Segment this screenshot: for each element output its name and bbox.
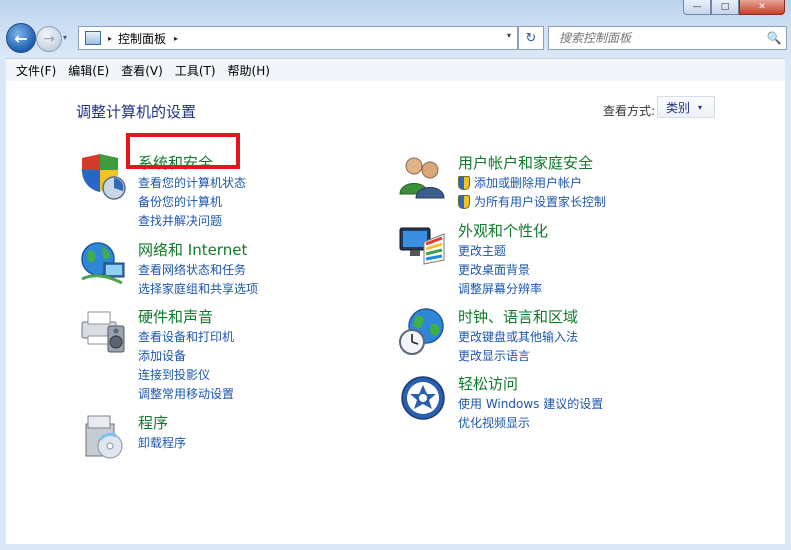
uac-shield-icon — [458, 175, 470, 190]
link-connect-projector[interactable]: 连接到投影仪 — [138, 365, 234, 384]
link-homegroup-sharing[interactable]: 选择家庭组和共享选项 — [138, 279, 258, 298]
link-troubleshoot[interactable]: 查找并解决问题 — [138, 211, 246, 230]
breadcrumb-arrow-icon[interactable]: ▸ — [108, 34, 112, 43]
link-change-background[interactable]: 更改桌面背景 — [458, 260, 542, 279]
link-change-theme[interactable]: 更改主题 — [458, 241, 542, 260]
view-by-label: 查看方式: — [603, 104, 656, 118]
link-view-network-status[interactable]: 查看网络状态和任务 — [138, 260, 258, 279]
forward-arrow-icon: → — [43, 31, 55, 47]
category-title-hardware-sound[interactable]: 硬件和声音 — [138, 306, 213, 327]
users-icon — [399, 157, 445, 199]
security-shield-icon — [82, 154, 126, 200]
programs-disc-box-icon — [85, 415, 123, 459]
clock-globe-icon — [399, 308, 444, 355]
minimize-button[interactable]: — — [683, 0, 711, 15]
refresh-button[interactable]: ↻ — [518, 26, 544, 50]
link-mobility-settings[interactable]: 调整常用移动设置 — [138, 384, 234, 403]
control-panel-icon — [85, 31, 101, 45]
address-bar[interactable]: ▸ 控制面板 ▸ ▾ — [78, 26, 518, 50]
menu-file[interactable]: 文件(F) — [10, 62, 62, 79]
category-title-user-accounts[interactable]: 用户帐户和家庭安全 — [458, 152, 593, 173]
link-devices-printers[interactable]: 查看设备和打印机 — [138, 327, 234, 346]
category-title-network-internet[interactable]: 网络和 Internet — [138, 239, 247, 260]
back-arrow-icon: ← — [14, 28, 28, 48]
monitor-palette-icon — [399, 227, 445, 265]
link-uninstall-program[interactable]: 卸载程序 — [138, 433, 186, 452]
category-title-appearance[interactable]: 外观和个性化 — [458, 220, 548, 241]
navigation-bar: ← → ▾ ▸ 控制面板 ▸ ▾ ↻ 🔍 — [6, 23, 787, 53]
menu-tools[interactable]: 工具(T) — [169, 62, 222, 79]
page-title: 调整计算机的设置 — [76, 103, 197, 121]
caption-buttons: — □ ✕ — [683, 0, 785, 15]
menu-bar: 文件(F) 编辑(E) 查看(V) 工具(T) 帮助(H) — [6, 58, 785, 82]
link-view-computer-status[interactable]: 查看您的计算机状态 — [138, 173, 246, 192]
menu-view[interactable]: 查看(V) — [115, 62, 169, 79]
link-parental-controls[interactable]: 为所有用户设置家长控制 — [458, 192, 606, 211]
close-button[interactable]: ✕ — [739, 0, 785, 15]
link-parental-controls-label: 为所有用户设置家长控制 — [474, 195, 607, 209]
maximize-button[interactable]: □ — [711, 0, 739, 15]
content-area: 调整计算机的设置 查看方式: 类别 ▾ 系统和安全 查看您的计算机状态 备份您的… — [6, 81, 785, 544]
recent-pages-button[interactable]: ▾ — [63, 33, 67, 42]
link-add-remove-accounts-label: 添加或删除用户帐户 — [474, 176, 583, 190]
search-icon[interactable]: 🔍 — [766, 31, 782, 45]
link-windows-recommended[interactable]: 使用 Windows 建议的设置 — [458, 394, 603, 413]
back-button[interactable]: ← — [6, 23, 36, 53]
link-add-remove-accounts[interactable]: 添加或删除用户帐户 — [458, 173, 606, 192]
network-globe-icon — [81, 242, 125, 285]
chevron-down-icon: ▾ — [698, 102, 703, 112]
category-title-clock-language-region[interactable]: 时钟、语言和区域 — [458, 306, 578, 327]
highlight-box — [126, 133, 240, 169]
breadcrumb-control-panel[interactable]: 控制面板 — [118, 30, 166, 47]
view-by-value: 类别 — [666, 100, 691, 115]
menu-edit[interactable]: 编辑(E) — [62, 62, 115, 79]
breadcrumb-arrow-icon[interactable]: ▸ — [174, 34, 178, 43]
uac-shield-icon — [458, 194, 470, 209]
control-panel-window: — □ ✕ ← → ▾ ▸ 控制面板 ▸ ▾ ↻ 🔍 文件(F) 编辑(E) 查… — [0, 0, 791, 550]
link-backup-computer[interactable]: 备份您的计算机 — [138, 192, 246, 211]
ease-of-access-icon — [401, 376, 445, 420]
link-optimize-display[interactable]: 优化视频显示 — [458, 413, 603, 432]
category-title-programs[interactable]: 程序 — [138, 412, 168, 433]
link-change-display-language[interactable]: 更改显示语言 — [458, 346, 578, 365]
refresh-icon: ↻ — [525, 30, 537, 46]
view-by-dropdown[interactable]: 类别 ▾ — [657, 96, 715, 118]
link-change-keyboard[interactable]: 更改键盘或其他输入法 — [458, 327, 578, 346]
printer-speaker-icon — [81, 311, 125, 353]
forward-button[interactable]: → — [36, 26, 62, 52]
search-box[interactable]: 🔍 — [548, 26, 787, 50]
link-screen-resolution[interactable]: 调整屏幕分辨率 — [458, 279, 542, 298]
search-input[interactable] — [557, 30, 766, 46]
category-title-ease-of-access[interactable]: 轻松访问 — [458, 373, 518, 394]
link-add-device[interactable]: 添加设备 — [138, 346, 234, 365]
menu-help[interactable]: 帮助(H) — [222, 62, 276, 79]
address-dropdown-icon[interactable]: ▾ — [507, 31, 511, 40]
